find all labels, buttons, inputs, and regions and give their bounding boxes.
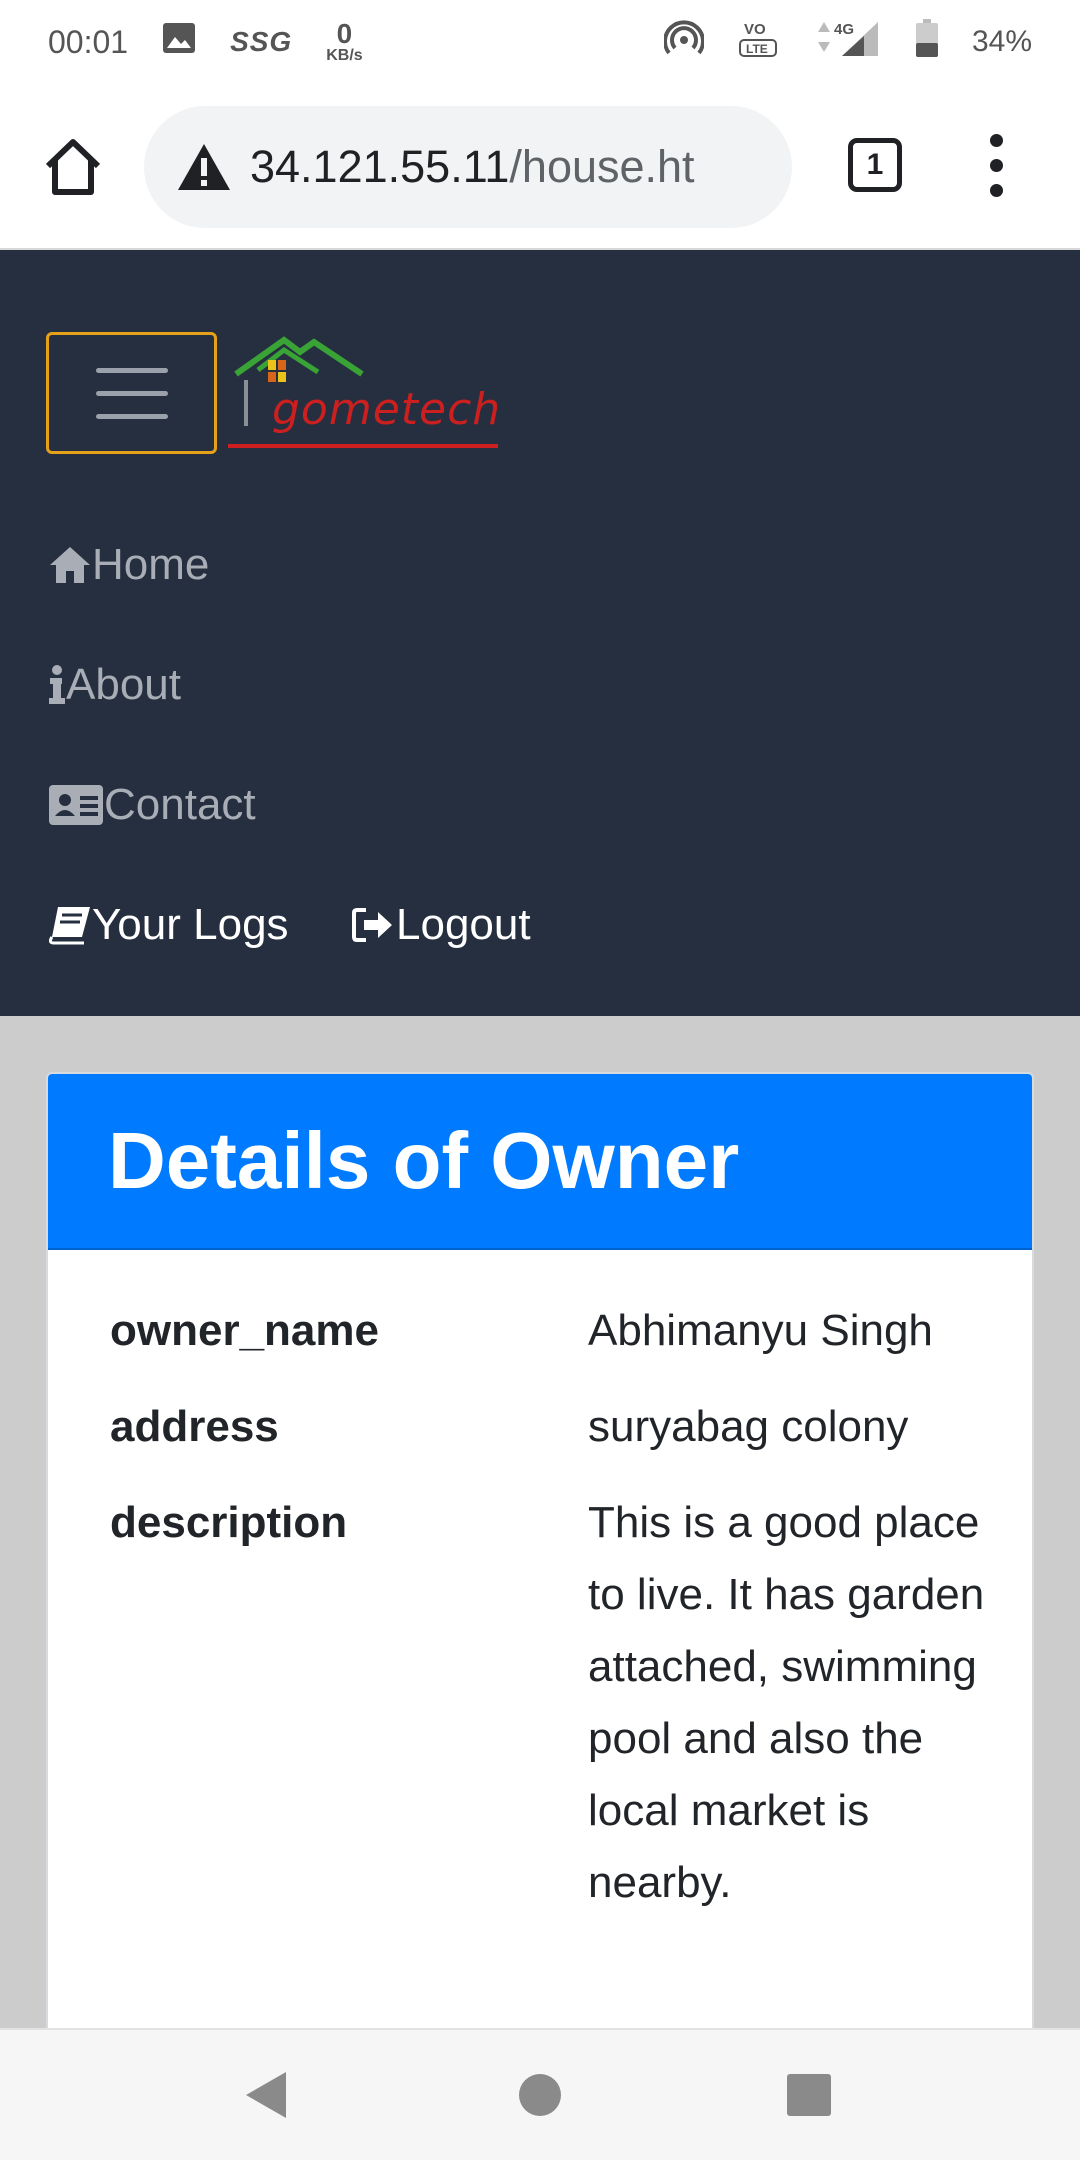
svg-text:LTE: LTE [746, 42, 768, 56]
status-time: 00:01 [48, 23, 129, 60]
info-icon [48, 662, 66, 708]
status-right: VO LTE 4G 34% [663, 16, 1032, 68]
back-icon[interactable] [244, 2070, 288, 2125]
url-path: /house.ht [509, 141, 695, 192]
nav-home-label: Home [92, 540, 210, 589]
recents-icon[interactable] [786, 2070, 832, 2125]
detail-key: address [110, 1402, 279, 1451]
detail-value: suryabag colony [588, 1402, 909, 1451]
detail-row-owner-name: owner_name Abhimanyu Singh [110, 1306, 990, 1356]
card-title: Details of Owner [108, 1116, 740, 1205]
home-icon [48, 542, 92, 588]
data-rate-value: 0 [336, 18, 353, 49]
home-button-icon[interactable] [517, 2070, 563, 2125]
nav-logout-link[interactable]: Logout [352, 900, 531, 950]
not-secure-warning-icon[interactable] [176, 142, 232, 192]
detail-key: description [110, 1498, 348, 1547]
url-host: 34.121.55.11 [250, 141, 510, 192]
brand-text: gometech [272, 384, 502, 435]
nav-home-link[interactable]: Home [48, 540, 209, 590]
data-rate: 0 KB/s [326, 20, 362, 64]
site-navbar: gometech Home About Contact Your Logs Lo… [0, 250, 1080, 1016]
status-bar: 00:01 SSG 0 KB/s VO LTE 4G 34% [0, 0, 1080, 84]
svg-text:VO: VO [744, 21, 766, 38]
signal-icon: 4G [812, 18, 882, 66]
detail-row-address: address suryabag colony [110, 1402, 990, 1452]
nav-about-link[interactable]: About [48, 660, 181, 710]
status-left: 00:01 SSG 0 KB/s [48, 20, 363, 64]
sign-out-icon [352, 902, 396, 948]
browser-menu-icon[interactable] [978, 134, 1014, 197]
home-icon[interactable] [42, 136, 104, 198]
navbar-toggler-button[interactable] [46, 332, 217, 454]
battery-icon [915, 19, 938, 65]
detail-key: owner_name [110, 1306, 379, 1355]
nav-your-logs-link[interactable]: Your Logs [48, 900, 289, 950]
volte-icon: VO LTE [738, 16, 778, 68]
data-rate-unit: KB/s [326, 47, 363, 64]
detail-row-description: description This is a good place to live… [110, 1498, 990, 1919]
browser-toolbar: 34.121.55.11/house.ht 1 [0, 84, 1080, 250]
address-bar[interactable]: 34.121.55.11/house.ht [144, 106, 792, 228]
nav-about-label: About [66, 660, 181, 709]
nav-contact-link[interactable]: Contact [48, 780, 256, 830]
book-icon [48, 902, 92, 948]
nav-contact-label: Contact [104, 780, 256, 829]
phone-screen: 00:01 SSG 0 KB/s VO LTE 4G 34% 34.121.55… [0, 0, 1080, 2160]
hotspot-icon [663, 18, 705, 66]
network-label: SSG [230, 26, 293, 57]
owner-details-card: Details of Owner owner_name Abhimanyu Si… [46, 1072, 1034, 2072]
svg-text:4G: 4G [834, 21, 854, 38]
brand-logo[interactable]: gometech [228, 332, 508, 462]
nav-logout-label: Logout [396, 900, 531, 949]
url-text[interactable]: 34.121.55.11/house.ht [250, 141, 750, 193]
detail-value: Abhimanyu Singh [588, 1306, 933, 1355]
gallery-icon [162, 22, 196, 62]
battery-percent: 34% [971, 25, 1032, 58]
detail-value: This is a good place to live. It has gar… [588, 1498, 985, 1907]
tab-switcher-button[interactable]: 1 [848, 138, 902, 192]
address-card-icon [48, 782, 104, 828]
card-header: Details of Owner [48, 1074, 1032, 1250]
nav-your-logs-label: Your Logs [92, 900, 289, 949]
system-navigation-bar [0, 2028, 1080, 2160]
